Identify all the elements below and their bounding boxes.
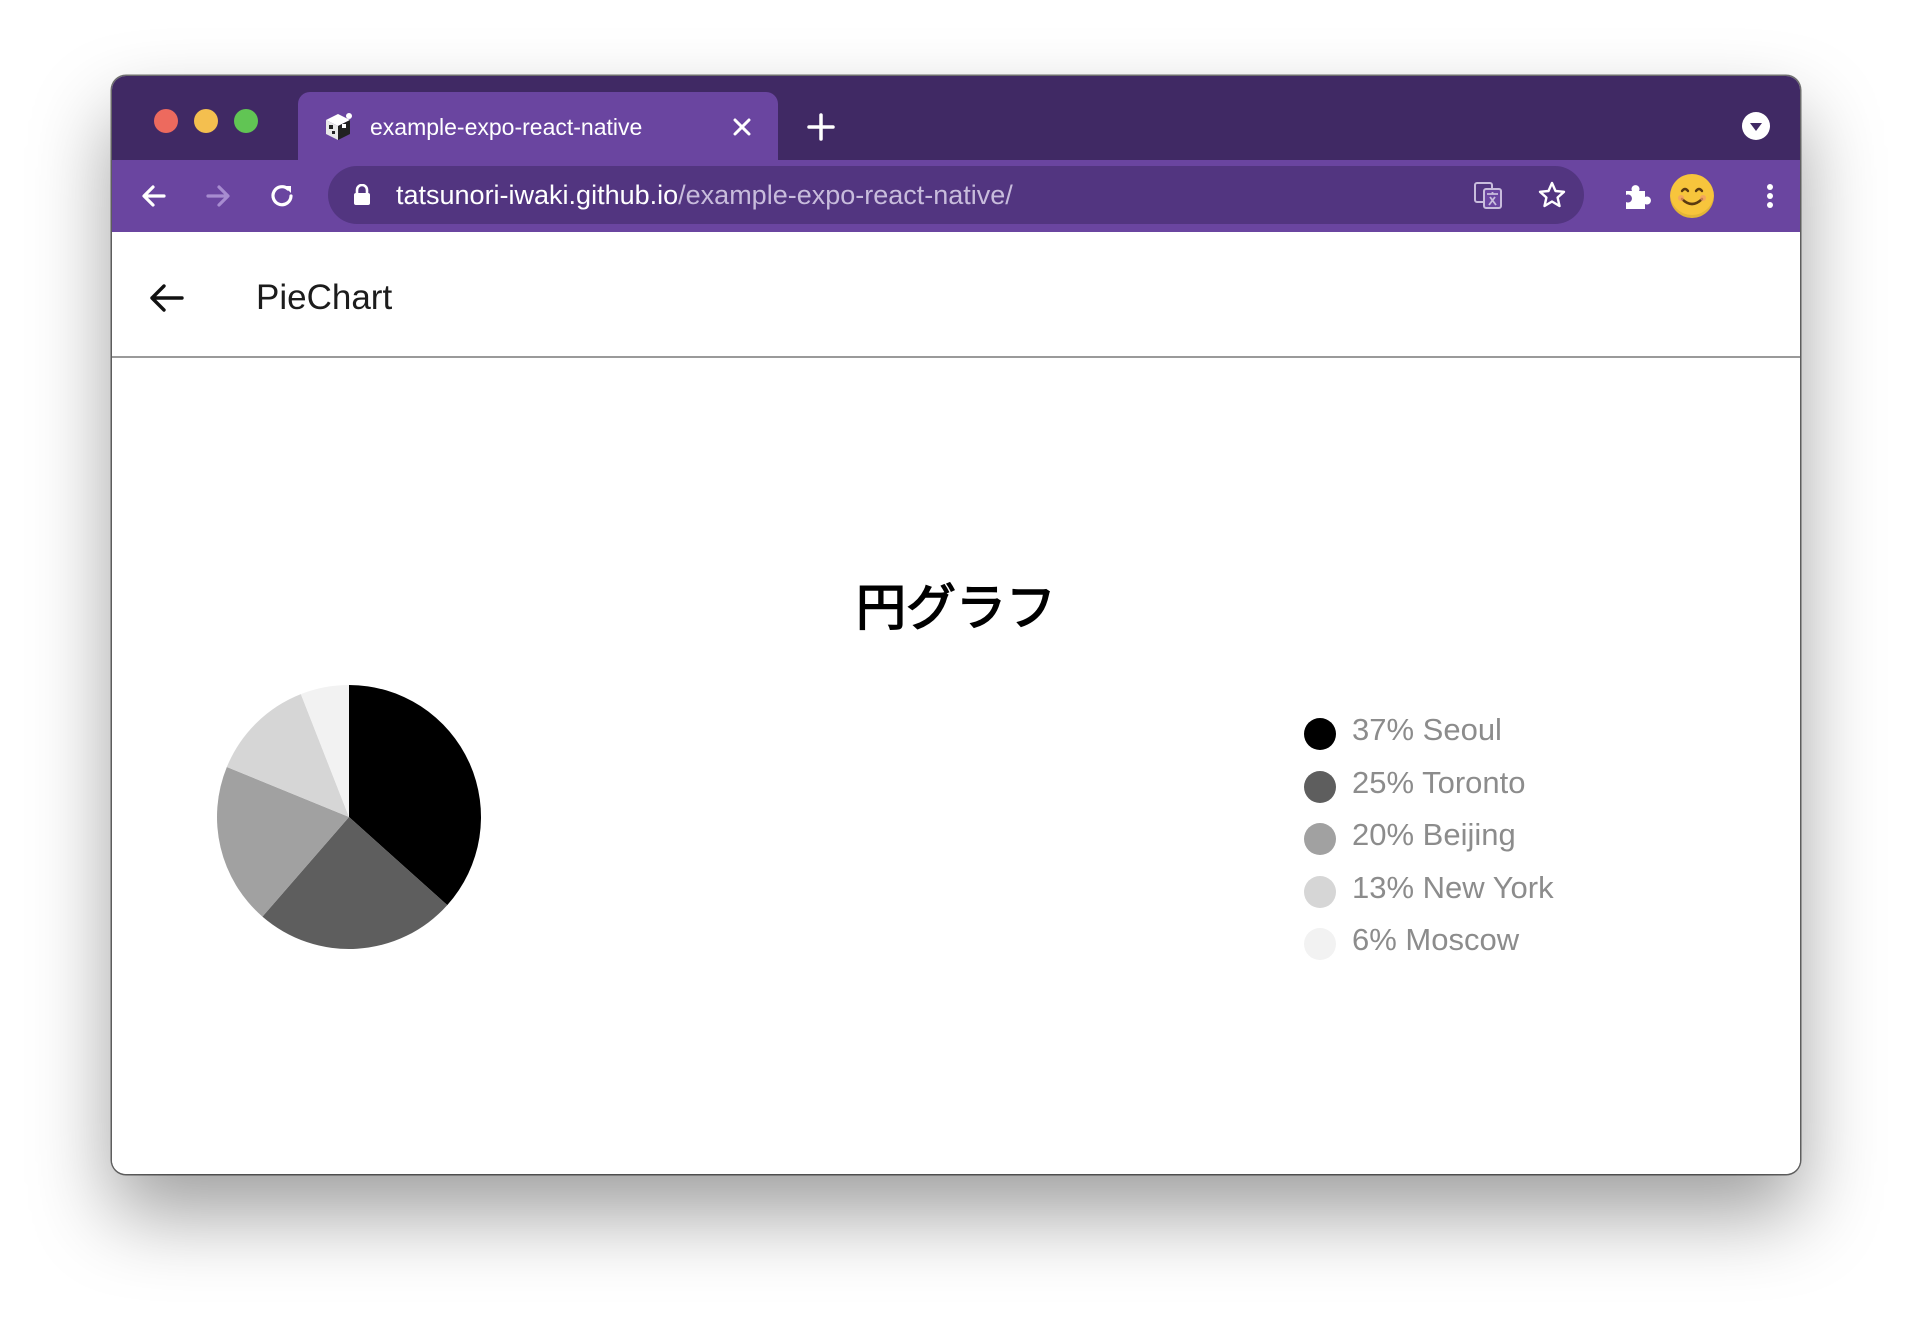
tab-strip: example-expo-react-native xyxy=(112,76,1800,160)
legend-label: 6% Moscow xyxy=(1352,922,1520,957)
new-tab-plus-icon[interactable] xyxy=(804,110,838,144)
chart-legend: 37% Seoul 25% Toronto 20% Beijing 13% New Y… xyxy=(1304,710,1704,973)
legend-item: 13% New York xyxy=(1304,868,1704,921)
chart-title: 円グラフ xyxy=(856,579,1056,637)
close-icon[interactable] xyxy=(726,111,758,143)
legend-swatch xyxy=(1304,823,1336,855)
legend-swatch xyxy=(1304,718,1336,750)
url-path: /example-expo-react-native/ xyxy=(678,180,1013,210)
legend-label: 37% Seoul xyxy=(1352,712,1502,747)
pie-chart xyxy=(216,685,482,949)
back-arrow-icon[interactable] xyxy=(136,178,172,214)
address-bar[interactable]: tatsunori-iwaki.github.io/example-expo-r… xyxy=(328,166,1584,224)
tab-title: example-expo-react-native xyxy=(370,114,643,140)
browser-window: example-expo-react-native tatsunori-iwak… xyxy=(112,76,1800,1174)
app-header: PieChart xyxy=(112,232,1800,358)
page-title: PieChart xyxy=(256,278,393,317)
legend-label: 25% Toronto xyxy=(1352,764,1526,800)
translate-icon[interactable] xyxy=(1472,179,1504,211)
tab-search-icon[interactable] xyxy=(1742,112,1770,140)
reload-icon[interactable] xyxy=(264,178,300,214)
legend-item: 37% Seoul xyxy=(1304,710,1704,763)
page-content: PieChart 円グラフ 37% Seoul 25% Toronto 20% Be… xyxy=(112,232,1800,1174)
legend-swatch xyxy=(1304,875,1336,908)
star-icon[interactable] xyxy=(1536,179,1568,211)
browser-toolbar: tatsunori-iwaki.github.io/example-expo-r… xyxy=(112,160,1800,232)
browser-tab[interactable]: example-expo-react-native xyxy=(298,92,778,160)
forward-arrow-icon[interactable] xyxy=(200,178,236,214)
legend-item: 6% Moscow xyxy=(1304,920,1704,973)
back-arrow-icon[interactable] xyxy=(146,278,186,318)
url-text: tatsunori-iwaki.github.io/example-expo-r… xyxy=(396,178,1013,212)
more-vertical-icon[interactable] xyxy=(1752,178,1788,214)
extensions-puzzle-icon[interactable] xyxy=(1620,178,1656,214)
legend-swatch xyxy=(1304,928,1336,960)
lock-icon xyxy=(354,184,370,205)
minimize-window-button[interactable] xyxy=(194,109,218,133)
maximize-window-button[interactable] xyxy=(234,109,258,133)
legend-label: 20% Beijing xyxy=(1352,817,1516,852)
legend-label: 13% New York xyxy=(1352,869,1554,905)
profile-avatar-icon[interactable] xyxy=(1670,174,1714,218)
url-host: tatsunori-iwaki.github.io xyxy=(396,180,679,210)
legend-item: 20% Beijing xyxy=(1304,815,1704,868)
legend-swatch xyxy=(1304,770,1336,803)
close-window-button[interactable] xyxy=(154,109,178,133)
legend-item: 25% Toronto xyxy=(1304,763,1704,816)
expo-favicon-icon xyxy=(326,113,352,140)
screenshot-stage: example-expo-react-native tatsunori-iwak… xyxy=(0,0,1912,1322)
